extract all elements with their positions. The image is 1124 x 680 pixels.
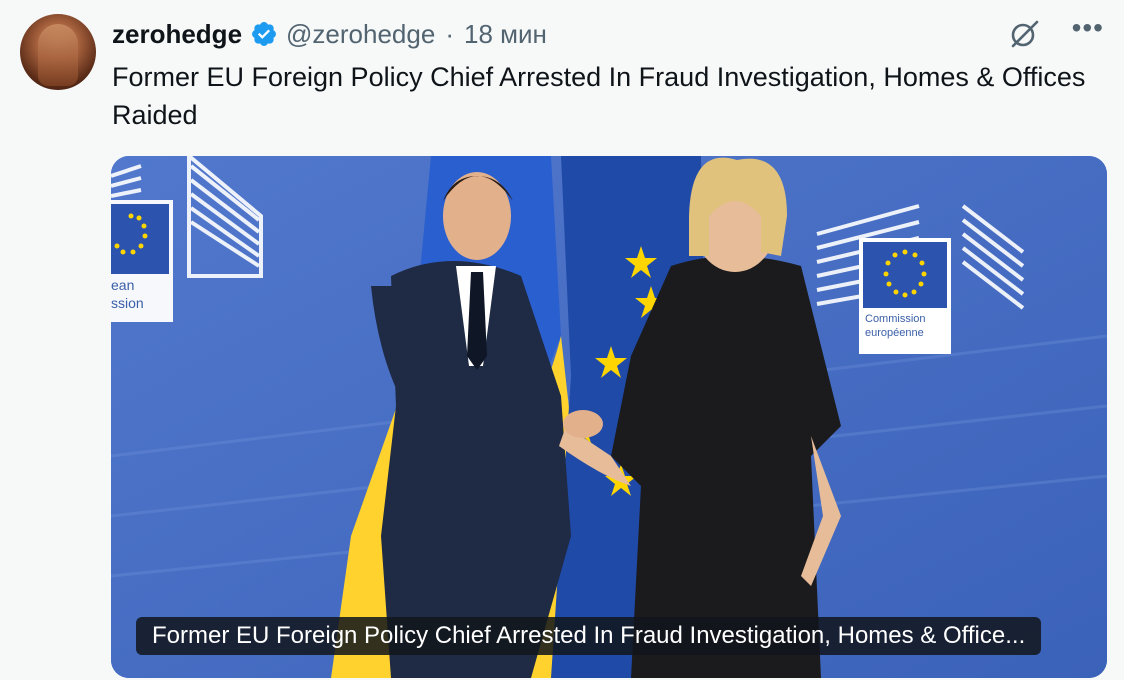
author-avatar[interactable] bbox=[20, 14, 96, 90]
ec-text-left-1: ean bbox=[111, 277, 134, 293]
link-card-media[interactable]: ean ssion Commission européenne Former E… bbox=[111, 156, 1107, 678]
tweet[interactable]: zerohedge @zerohedge · 18 мин ••• Former… bbox=[0, 0, 1124, 680]
link-card-title[interactable]: Former EU Foreign Policy Chief Arrested … bbox=[136, 617, 1042, 655]
verified-badge-icon bbox=[250, 20, 278, 48]
grok-icon[interactable] bbox=[1006, 16, 1042, 52]
ec-text-right-2: européenne bbox=[865, 327, 924, 339]
tweet-actions: ••• bbox=[1006, 14, 1104, 52]
more-icon[interactable]: ••• bbox=[1072, 14, 1104, 42]
tweet-text: Former EU Foreign Policy Chief Arrested … bbox=[112, 62, 1086, 130]
ec-text-left-2: ssion bbox=[111, 295, 144, 311]
tweet-header: zerohedge @zerohedge · 18 мин bbox=[112, 16, 547, 52]
author-name[interactable]: zerohedge bbox=[112, 19, 242, 50]
ec-text-right-1: Commission bbox=[865, 313, 926, 325]
separator-dot: · bbox=[445, 18, 454, 49]
handshake bbox=[563, 410, 603, 438]
photo-image: ean ssion Commission européenne bbox=[111, 156, 1107, 678]
timestamp[interactable]: 18 мин bbox=[464, 19, 547, 50]
author-handle[interactable]: @zerohedge bbox=[286, 19, 435, 50]
